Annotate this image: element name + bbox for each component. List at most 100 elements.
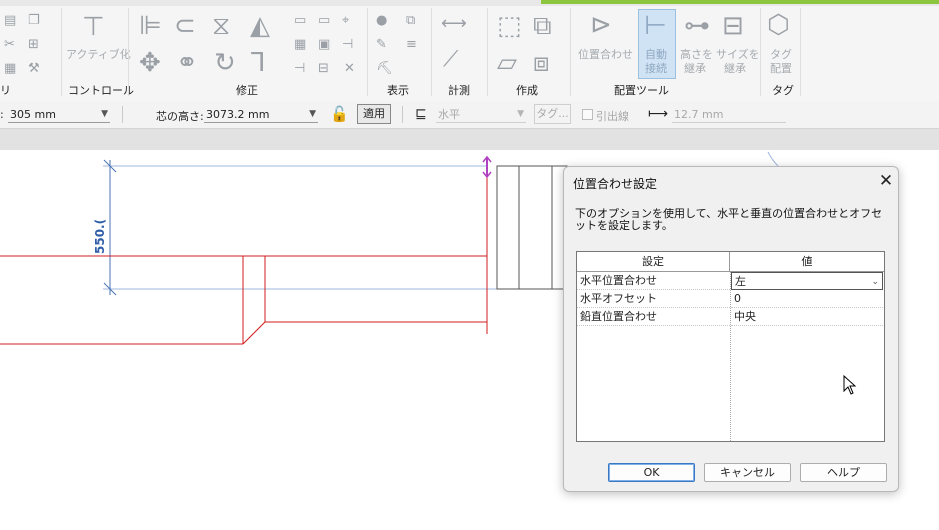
- align-settings-dialog: 位置合わせ設定 ✕ 下のオプションを使用して、水平と垂直の位置合わせとオフセット…: [563, 166, 899, 492]
- rotate-icon[interactable]: ↻: [214, 50, 236, 76]
- split-icon[interactable]: ▭: [294, 14, 306, 27]
- delete-icon[interactable]: ✕: [344, 62, 355, 75]
- create-assembly-icon[interactable]: ▱: [497, 50, 517, 76]
- row-setting-h-align[interactable]: 水平位置合わせ: [577, 272, 730, 290]
- pin-icon[interactable]: ⊣: [342, 38, 353, 51]
- apply-button[interactable]: 適用: [357, 104, 391, 124]
- ok-button[interactable]: OK: [608, 463, 695, 482]
- trim-icon[interactable]: ⅂: [251, 50, 266, 76]
- chevron-down-icon: ▼: [309, 109, 316, 119]
- settings-grid: 設定 値 水平位置合わせ 左 ⌄ 水平オフセット 0 鉛直位置合わせ 中央: [576, 251, 885, 442]
- aligned-dimension-icon[interactable]: ⟋: [443, 49, 458, 71]
- align-icon[interactable]: ⊫: [139, 13, 162, 39]
- panel-label-measure: 計測: [448, 84, 470, 97]
- value-h-offset[interactable]: 0: [731, 290, 883, 308]
- trim-single-icon[interactable]: ⊣: [294, 62, 305, 75]
- center-height-dropdown[interactable]: 3073.2 mm ▼: [204, 106, 318, 123]
- cancel-button[interactable]: キャンセル: [704, 463, 791, 482]
- offset-icon[interactable]: ⊂: [174, 13, 196, 39]
- align-position-button[interactable]: 位置合わせ: [578, 48, 633, 62]
- leader-length-icon: ⟼: [648, 106, 669, 122]
- tag-button[interactable]: タグ...: [534, 104, 571, 124]
- join-icon[interactable]: ⊞: [28, 38, 39, 51]
- wall-outline: [496, 165, 568, 290]
- align-position-icon[interactable]: ⊳: [590, 12, 612, 38]
- chevron-down-icon: ▼: [101, 109, 108, 119]
- match-height-label-1[interactable]: 高さを: [680, 48, 713, 62]
- width-dropdown[interactable]: 305 mm ▼: [8, 106, 110, 123]
- view-tab-strip: [0, 129, 939, 150]
- tag-icon[interactable]: ⬡: [767, 12, 790, 38]
- brush-icon[interactable]: ✎: [376, 38, 387, 51]
- match-size-label-2[interactable]: 継承: [724, 62, 746, 76]
- row-setting-v-align[interactable]: 鉛直位置合わせ: [577, 308, 730, 326]
- panel-separator: [800, 8, 801, 96]
- width-colon: :: [0, 108, 4, 121]
- overlay-icon[interactable]: ⧉: [406, 14, 415, 27]
- value-dropdown-h-align[interactable]: 左 ⌄: [731, 272, 883, 290]
- hammer-icon[interactable]: ⚒: [28, 62, 40, 75]
- orientation-value: 水平: [438, 108, 460, 121]
- match-height-label-2[interactable]: 継承: [684, 62, 706, 76]
- panel-label-clipboard: リ: [0, 84, 11, 97]
- mirror-axis-icon[interactable]: ⧖: [212, 13, 230, 39]
- panel-label-placement-tools: 配置ツール: [614, 84, 669, 97]
- arc-fragment: [767, 151, 779, 167]
- close-icon[interactable]: ✕: [876, 171, 896, 191]
- options-separator: [402, 106, 403, 123]
- unlock-icon[interactable]: 🔓: [330, 105, 349, 123]
- column-header-value[interactable]: 値: [730, 252, 884, 272]
- array-icon[interactable]: ▦: [294, 38, 306, 51]
- match-size-icon[interactable]: ⊟: [722, 13, 744, 39]
- move-icon[interactable]: ✥: [139, 50, 161, 76]
- panel-separator: [431, 8, 432, 96]
- activate-icon[interactable]: ⊤: [82, 14, 105, 40]
- auto-connect-label-1: 自動: [645, 48, 667, 61]
- split-gap-icon[interactable]: ▭: [318, 14, 330, 27]
- lightbulb-icon[interactable]: ●: [376, 14, 387, 27]
- mirror-draw-icon[interactable]: ◭: [250, 13, 270, 39]
- panel-separator: [61, 8, 62, 96]
- orientation-dropdown[interactable]: 水平 ▼: [436, 106, 526, 123]
- options-separator: [122, 106, 123, 123]
- tag-label-2[interactable]: 配置: [770, 62, 792, 76]
- match-height-icon[interactable]: ⊶: [684, 13, 710, 39]
- dimension-text: 550.(: [93, 218, 107, 254]
- value-h-align: 左: [735, 275, 746, 288]
- center-height-value: 3073.2 mm: [206, 108, 270, 121]
- demolish-icon[interactable]: ⛏: [376, 62, 393, 75]
- mouse-cursor-icon: [843, 375, 857, 395]
- linework-icon[interactable]: ≡: [406, 38, 417, 51]
- contextual-tab-indicator: [541, 0, 939, 4]
- dimension-text-wrap[interactable]: 550.(: [89, 214, 109, 254]
- column-header-setting[interactable]: 設定: [577, 252, 730, 272]
- trim-multiple-icon[interactable]: ⊟: [318, 62, 329, 75]
- panel-label-modify: 修正: [236, 84, 258, 97]
- measure-distance-icon[interactable]: ⟷: [441, 15, 467, 33]
- value-v-align[interactable]: 中央: [731, 308, 883, 326]
- row-setting-h-offset[interactable]: 水平オフセット: [577, 290, 730, 308]
- activate-button[interactable]: アクティブ化: [66, 48, 131, 62]
- cut-icon[interactable]: ✂: [4, 38, 15, 51]
- clipboard-icon[interactable]: ▤: [4, 14, 16, 27]
- copy-icon[interactable]: ❐: [28, 14, 40, 27]
- create-group-icon[interactable]: ⧉: [533, 13, 552, 39]
- panel-separator: [128, 8, 129, 96]
- leader-label: 引出線: [596, 110, 629, 123]
- tag-label-1[interactable]: タグ: [770, 48, 792, 62]
- leader-length-field[interactable]: 12.7 mm: [672, 106, 786, 123]
- create-similar-icon[interactable]: ⧈: [533, 50, 550, 76]
- scale-icon[interactable]: ▣: [318, 38, 330, 51]
- leader-checkbox[interactable]: [582, 109, 593, 120]
- create-part-icon[interactable]: ⬚: [497, 13, 522, 39]
- match-size-label-1[interactable]: サイズを: [716, 48, 760, 62]
- orientation-icon: ⊑: [415, 106, 427, 122]
- panel-label-create: 作成: [516, 84, 538, 97]
- panel-separator: [760, 8, 761, 96]
- paint-icon[interactable]: ▦: [4, 62, 16, 75]
- copy-element-icon[interactable]: ⚭: [176, 50, 198, 76]
- panel-separator: [570, 8, 571, 96]
- leader-length-value: 12.7 mm: [674, 108, 724, 121]
- unpin-icon[interactable]: ⌖: [342, 14, 349, 27]
- help-button[interactable]: ヘルプ: [800, 463, 887, 482]
